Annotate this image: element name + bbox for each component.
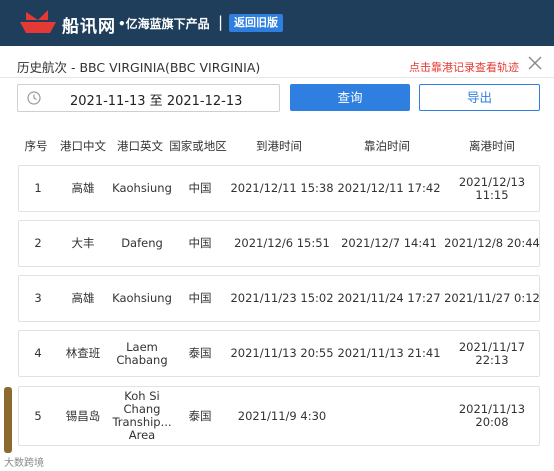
cell-departure-time: 2021/11/27 0:12 (444, 291, 540, 305)
cell-arrival-time: 2021/12/11 15:38 (230, 181, 334, 195)
column-header-departure: 离港时间 (469, 139, 515, 153)
scrollbar-thumb[interactable] (4, 387, 12, 453)
table-row[interactable]: 4 林查班 Laem Chabang 泰国 2021/11/13 20:55 2… (18, 330, 540, 377)
cell-port-en: Kaohsiung (112, 181, 172, 195)
cell-departure-time: 2021/12/13 11:15 (458, 174, 526, 202)
table-row[interactable]: 1 高雄 Kaohsiung 中国 2021/12/11 15:38 2021/… (18, 165, 540, 212)
close-icon[interactable] (526, 53, 544, 73)
ship-logo-icon[interactable] (18, 8, 58, 36)
export-button[interactable]: 导出 (419, 84, 540, 111)
cell-port-en: Kaohsiung (112, 291, 172, 305)
cell-arrival-time: 2021/12/6 15:51 (234, 236, 330, 250)
cell-departure-time: 2021/11/17 22:13 (458, 339, 526, 367)
cell-berth-time (335, 387, 443, 445)
header-separator: | (218, 13, 224, 31)
cell-port-cn: 高雄 (71, 291, 95, 305)
voyage-history-title: 历史航次 - BBC VIRGINIA(BBC VIRGINIA) (17, 60, 261, 75)
view-track-link[interactable]: 点击靠港记录查看轨迹 (409, 59, 519, 75)
column-header-seq: 序号 (24, 139, 48, 153)
cell-arrival-time: 2021/11/23 15:02 (230, 291, 334, 305)
query-button[interactable]: 查询 (290, 84, 410, 111)
cell-arrival-time: 2021/11/13 20:55 (230, 346, 334, 360)
cell-berth-time: 2021/12/11 17:42 (337, 181, 441, 195)
cell-seq: 4 (34, 346, 42, 360)
column-header-berth: 靠泊时间 (364, 139, 410, 153)
cell-departure-time: 2021/11/13 20:08 (458, 402, 526, 429)
top-header: 船讯网 •亿海蓝旗下产品 | 返回旧版 (0, 0, 554, 46)
cell-berth-time: 2021/12/7 14:41 (341, 236, 437, 250)
cell-country: 中国 (188, 181, 212, 195)
cell-seq: 5 (34, 408, 42, 423)
column-header-port-en: 港口英文 (117, 139, 163, 153)
cell-port-cn: 锡昌岛 (65, 408, 101, 423)
cell-arrival-time: 2021/11/9 4:30 (237, 408, 327, 423)
table-row[interactable]: 3 高雄 Kaohsiung 中国 2021/11/23 15:02 2021/… (18, 275, 540, 322)
cell-port-cn: 大丰 (71, 236, 95, 250)
column-header-country: 国家或地区 (169, 139, 227, 153)
cell-port-cn: 林查班 (65, 346, 101, 360)
table-row[interactable]: 2 大丰 Dafeng 中国 2021/12/6 15:51 2021/12/7… (18, 220, 540, 267)
back-to-old-version-button[interactable]: 返回旧版 (229, 14, 283, 32)
cell-country: 泰国 (188, 408, 212, 423)
cell-berth-time: 2021/11/24 17:27 (337, 291, 441, 305)
cell-port-cn: 高雄 (71, 181, 95, 195)
watermark: 大数跨境 (4, 458, 44, 469)
brand-name[interactable]: 船讯网 (62, 12, 116, 37)
table-row[interactable]: 5 锡昌岛 Koh Si Chang Tranship... Area 泰国 2… (18, 386, 540, 446)
cell-country: 中国 (188, 236, 212, 250)
cell-port-en: Dafeng (121, 236, 163, 250)
column-header-port-cn: 港口中文 (60, 139, 106, 153)
cell-seq: 3 (34, 291, 42, 305)
column-header-arrival: 到港时间 (256, 139, 302, 153)
brand-subtitle: •亿海蓝旗下产品 (118, 17, 210, 31)
cell-port-en: Koh Si Chang Tranship... Area (112, 389, 172, 442)
cell-departure-time: 2021/12/8 20:44 (444, 236, 540, 250)
cell-country: 泰国 (188, 346, 212, 360)
divider (0, 77, 554, 78)
date-range-text: 2021-11-13 至 2021-12-13 (70, 94, 243, 109)
cell-berth-time: 2021/11/13 21:41 (337, 346, 441, 360)
cell-seq: 1 (34, 181, 42, 195)
cell-port-en: Laem Chabang (116, 339, 168, 367)
date-range-picker[interactable]: 2021-11-13 至 2021-12-13 (17, 84, 280, 112)
cell-country: 中国 (188, 291, 212, 305)
clock-icon (27, 91, 41, 105)
cell-seq: 2 (34, 236, 42, 250)
